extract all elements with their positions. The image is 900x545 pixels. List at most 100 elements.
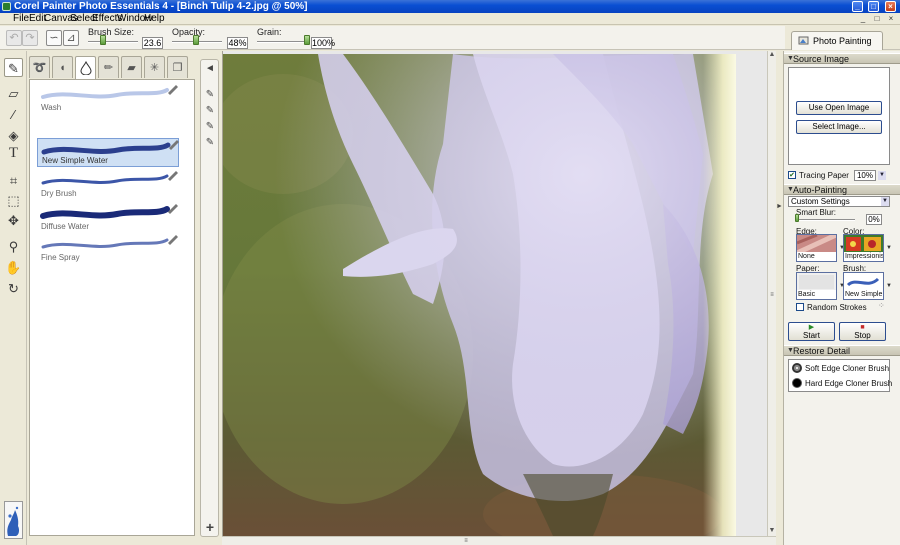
vertical-scrollbar[interactable]: ▲ ≡ ▼ — [767, 51, 776, 536]
restore-detail-title: Restore Detail — [793, 346, 851, 356]
opacity-input[interactable]: 48% — [227, 37, 248, 49]
menu-help[interactable]: Help — [144, 13, 165, 25]
brush-item[interactable]: Diffuse Water — [37, 203, 179, 232]
brush-size-slider-knob[interactable] — [100, 35, 106, 45]
stop-button-label: Stop — [854, 331, 871, 340]
paper-thumbnail[interactable]: Basic ▼ — [796, 272, 845, 300]
scroll-thumb-horizontal[interactable]: ≡ — [462, 537, 470, 545]
smart-blur-slider[interactable] — [797, 219, 855, 221]
scroll-down-icon[interactable]: ▼ — [768, 527, 776, 535]
preset-dropdown-icon[interactable]: ▼ — [881, 197, 889, 206]
collapse-brush-panel-button[interactable]: ◄ — [203, 62, 217, 76]
random-strokes-checkbox[interactable] — [796, 303, 804, 311]
start-button[interactable]: ▶ Start — [788, 322, 835, 341]
color-thumbnail[interactable]: Impressionist ▼ — [843, 234, 892, 262]
restore-detail-header[interactable]: ▼ Restore Detail — [784, 345, 900, 356]
auto-painting-header[interactable]: ▼ Auto-Painting — [784, 184, 900, 195]
crop-tool[interactable]: ⌗ — [4, 171, 23, 190]
add-variant-button[interactable]: + — [203, 520, 217, 534]
grabber-hand-tool[interactable]: ✋ — [4, 258, 23, 277]
stroke-freehand-button[interactable]: ∽ — [46, 30, 62, 46]
tracing-paper-opacity-input[interactable]: 10% — [854, 170, 876, 181]
tracing-paper-checkbox[interactable]: ✔ — [788, 171, 796, 179]
rect-select-tool-icon: ⬚ — [7, 193, 20, 208]
document-canvas-area[interactable] — [222, 51, 767, 536]
magnifier-tool[interactable]: ⚲ — [4, 237, 23, 256]
eraser-tool-icon: ▱ — [8, 86, 19, 101]
brush-tab-watercolor[interactable] — [75, 56, 96, 80]
info-icon[interactable]: ⁘ — [878, 301, 885, 310]
scroll-up-icon[interactable]: ▲ — [768, 51, 776, 59]
grain-slider[interactable] — [257, 41, 307, 43]
redo-button[interactable]: ↷ — [22, 30, 38, 46]
use-open-image-button[interactable]: Use Open Image — [796, 101, 882, 115]
brush-tab-pencil[interactable]: ✏ — [98, 56, 119, 78]
brush-thumbnail[interactable]: New Simple ... ▼ — [843, 272, 892, 300]
plus-icon: + — [205, 519, 215, 535]
rotate-page-tool[interactable]: ↻ — [4, 279, 23, 298]
dropdown-arrow-icon[interactable]: ▼ — [886, 283, 892, 289]
eraser-tool[interactable]: ▱ — [4, 84, 23, 103]
menu-file[interactable]: File — [13, 13, 29, 25]
smart-blur-input[interactable]: 0% — [866, 214, 882, 225]
text-tool[interactable]: T — [4, 144, 23, 163]
variant-slot-3[interactable]: ✎ — [203, 120, 217, 134]
brush-tab-oils[interactable]: ◖ — [52, 56, 73, 78]
brush-tab-sparkle[interactable]: ✳ — [144, 56, 165, 78]
rect-select-tool[interactable]: ⬚ — [4, 191, 23, 210]
dropdown-arrow-icon[interactable]: ▼ — [886, 245, 892, 251]
stroke-straight-button[interactable]: ⊿ — [63, 30, 79, 46]
brush-item-label: New Simple Water — [42, 156, 108, 165]
doc-restore-button[interactable]: □ — [872, 14, 882, 24]
tracing-opacity-dropdown-icon[interactable]: ▼ — [878, 171, 886, 180]
brush-tab-blender[interactable]: ➰ — [29, 56, 50, 78]
hard-edge-cloner-icon[interactable] — [792, 378, 802, 388]
panel-collapse-strip[interactable]: ► — [776, 51, 783, 545]
select-image-button[interactable]: Select Image... — [796, 120, 882, 134]
transform-tool[interactable]: ✥ — [4, 211, 23, 230]
soft-edge-cloner-label[interactable]: Soft Edge Cloner Brush — [805, 364, 889, 373]
variant-slot-4[interactable]: ✎ — [203, 136, 217, 150]
brush-item[interactable]: New Simple Water — [37, 138, 179, 167]
brush-tool[interactable]: ✎ — [4, 58, 23, 77]
brush-item[interactable]: Wash — [37, 84, 179, 113]
minimize-button[interactable]: _ — [852, 1, 863, 12]
hard-edge-cloner-label[interactable]: Hard Edge Cloner Brush — [805, 379, 892, 388]
opacity-slider-knob[interactable] — [193, 35, 199, 45]
paint-bucket-tool[interactable]: ◈ — [4, 126, 23, 145]
paint-bucket-tool-icon: ◈ — [8, 128, 19, 143]
variant-slot-2[interactable]: ✎ — [203, 104, 217, 118]
current-color-swatch[interactable] — [4, 501, 23, 539]
scroll-thumb[interactable]: ≡ — [768, 291, 776, 299]
stop-button[interactable]: ■ Stop — [839, 322, 886, 341]
brush-tab-chalk[interactable]: ▰ — [121, 56, 142, 78]
brush-size-slider[interactable] — [88, 41, 138, 43]
brush-item[interactable]: Dry Brush — [37, 170, 179, 199]
arrow-left-icon: ◄ — [205, 63, 215, 74]
title-bar: Corel Painter Photo Essentials 4 - [Binc… — [0, 0, 900, 13]
close-button[interactable]: × — [885, 1, 896, 12]
dropper-tool[interactable]: ⁄ — [4, 105, 23, 124]
smart-blur-slider-knob[interactable] — [795, 214, 799, 222]
brush-item-label: Fine Spray — [41, 253, 80, 262]
tab-oils-icon: ◖ — [59, 62, 66, 74]
horizontal-scrollbar[interactable]: ≡ — [222, 536, 776, 545]
soft-edge-cloner-icon[interactable] — [792, 363, 802, 373]
edge-thumbnail[interactable]: None ▼ — [795, 232, 845, 262]
auto-painting-preset-select[interactable]: Custom Settings — [788, 196, 890, 207]
doc-minimize-button[interactable]: _ — [858, 14, 868, 24]
tab-photo-painting[interactable]: Photo Painting — [791, 31, 883, 50]
variant-slot-1[interactable]: ✎ — [203, 88, 217, 102]
restore-detail-box: Soft Edge Cloner Brush Hard Edge Cloner … — [788, 359, 892, 392]
maximize-button[interactable]: □ — [868, 1, 879, 12]
undo-button[interactable]: ↶ — [6, 30, 22, 46]
source-image-header[interactable]: ▼ Source Image — [784, 53, 900, 64]
grain-slider-knob[interactable] — [304, 35, 310, 45]
doc-close-button[interactable]: × — [886, 14, 896, 24]
painting-canvas[interactable] — [223, 54, 736, 536]
grain-input[interactable]: 100% — [311, 37, 335, 49]
brush-item[interactable]: Fine Spray — [37, 234, 179, 263]
brush-tab-cloner[interactable]: ❐ — [167, 56, 188, 78]
brush-size-input[interactable]: 23.6 — [142, 37, 163, 49]
brush-library-panel: ➰ ◖ ✏ ▰ ✳ ❐ Wash New Simple Water Dry Brus… — [27, 51, 197, 545]
